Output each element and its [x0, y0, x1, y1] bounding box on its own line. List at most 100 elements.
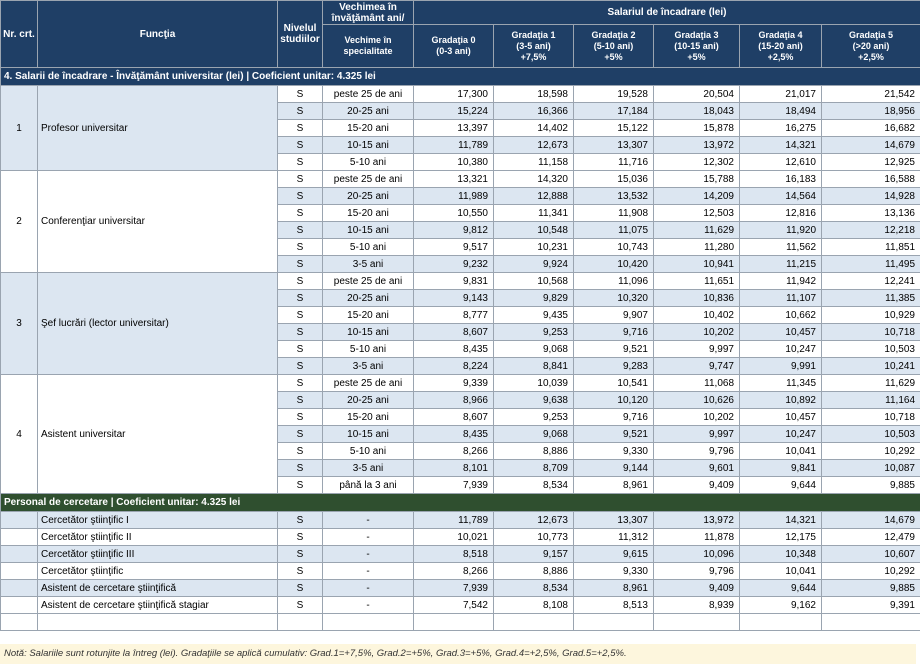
- empty-cell: [322, 613, 414, 631]
- row-vechime: 15-20 ani: [322, 204, 414, 222]
- salary-sheet: Nr. crt. Funcţia Nivelul studiilor Vechi…: [0, 0, 920, 665]
- row-salary-value: 21,017: [739, 85, 822, 103]
- row-salary-value: 11,068: [653, 374, 740, 392]
- row-salary-value: 11,280: [653, 238, 740, 256]
- row-nivel: S: [277, 187, 323, 205]
- row-salary-value: 11,158: [493, 153, 574, 171]
- row-vechime: până la 3 ani: [322, 476, 414, 494]
- row-salary-value: 11,716: [573, 153, 654, 171]
- row-salary-value: 18,956: [821, 102, 920, 120]
- header-gradatia-5: Gradaţia 5 (>20 ani) +2,5%: [821, 24, 920, 68]
- row-salary-value: 10,380: [413, 153, 494, 171]
- row-salary-value: 14,564: [739, 187, 822, 205]
- row-salary-value: 10,503: [821, 425, 920, 443]
- row-salary-value: 10,402: [653, 306, 740, 324]
- row-salary-value: 8,607: [413, 323, 494, 341]
- row-salary-value: 12,673: [493, 511, 574, 529]
- row-vechime: -: [322, 511, 414, 529]
- row-salary-value: 9,638: [493, 391, 574, 409]
- row-nivel: S: [277, 408, 323, 426]
- table-row: 1 Profesor universitar Speste 25 de ani 17,…: [0, 85, 920, 171]
- row-salary-value: 9,644: [739, 476, 822, 494]
- row-salary-value: 10,247: [739, 425, 822, 443]
- row-nivel: S: [277, 255, 323, 273]
- row-nr: [0, 562, 38, 580]
- table-row: Cercetător ştiinţific III S -8,518 9,157 9,6…: [0, 545, 920, 563]
- row-salary-value: 10,541: [573, 374, 654, 392]
- row-functie: Şef lucrări (lector universitar): [37, 272, 278, 375]
- row-nr: [0, 545, 38, 563]
- row-vechime: 15-20 ani: [322, 306, 414, 324]
- row-salary-value: 10,241: [821, 357, 920, 375]
- row-nivel: S: [277, 476, 323, 494]
- row-salary-value: 10,773: [493, 528, 574, 546]
- row-salary-value: 11,312: [573, 528, 654, 546]
- section-title: 4. Salarii de încadrare - Învăţământ uni…: [0, 67, 920, 86]
- row-salary-value: 11,908: [573, 204, 654, 222]
- row-salary-value: 9,796: [653, 562, 740, 580]
- row-vechime: peste 25 de ani: [322, 85, 414, 103]
- row-salary-value: 11,942: [739, 272, 822, 290]
- salary-table: Nr. crt. Funcţia Nivelul studiilor Vechi…: [0, 0, 920, 631]
- row-nivel: S: [277, 357, 323, 375]
- table-header: Nr. crt. Funcţia Nivelul studiilor Vechi…: [0, 0, 920, 68]
- row-salary-value: 17,184: [573, 102, 654, 120]
- row-salary-value: 15,122: [573, 119, 654, 137]
- row-salary-value: 12,673: [493, 136, 574, 154]
- row-salary-value: 14,321: [739, 511, 822, 529]
- row-salary-value: 10,041: [739, 562, 822, 580]
- table-body: 4. Salarii de încadrare - Învăţământ uni…: [0, 67, 920, 631]
- row-salary-value: 9,997: [653, 425, 740, 443]
- row-functie: Conferenţiar universitar: [37, 170, 278, 273]
- row-salary-value: 10,626: [653, 391, 740, 409]
- row-salary-value: 9,829: [493, 289, 574, 307]
- row-salary-value: 12,503: [653, 204, 740, 222]
- header-gradatia-4: Gradaţia 4 (15-20 ani) +2,5%: [739, 24, 822, 68]
- row-salary-value: 9,885: [821, 476, 920, 494]
- row-salary-value: 21,542: [821, 85, 920, 103]
- row-vechime: -: [322, 528, 414, 546]
- row-salary-value: 14,209: [653, 187, 740, 205]
- row-salary-value: 15,224: [413, 102, 494, 120]
- row-nivel: S: [277, 272, 323, 290]
- row-functie: Cercetător ştiinţific III: [37, 545, 278, 563]
- row-salary-value: 8,435: [413, 340, 494, 358]
- row-salary-value: 8,966: [413, 391, 494, 409]
- row-vechime: 20-25 ani: [322, 289, 414, 307]
- header-vechime-spec: Vechime în specialitate: [322, 24, 414, 68]
- row-salary-value: 10,836: [653, 289, 740, 307]
- row-vechime: 5-10 ani: [322, 153, 414, 171]
- row-salary-value: 10,231: [493, 238, 574, 256]
- row-nivel: S: [277, 391, 323, 409]
- row-salary-value: 11,215: [739, 255, 822, 273]
- row-salary-value: 10,503: [821, 340, 920, 358]
- row-nivel: S: [277, 545, 323, 563]
- header-gradatia-line: Gradaţia 3: [674, 29, 719, 40]
- row-salary-value: 10,039: [493, 374, 574, 392]
- row-salary-value: 14,679: [821, 136, 920, 154]
- row-salary-value: 8,534: [493, 579, 574, 597]
- row-salary-value: 9,812: [413, 221, 494, 239]
- table-row: Cercetător ştiinţific II S -10,021 10,773 11…: [0, 528, 920, 546]
- row-salary-value: 14,320: [493, 170, 574, 188]
- row-nivel: S: [277, 579, 323, 597]
- row-salary-value: 8,101: [413, 459, 494, 477]
- row-vechime: 3-5 ani: [322, 357, 414, 375]
- row-nr: [0, 511, 38, 529]
- row-nivel: S: [277, 374, 323, 392]
- row-vechime: -: [322, 545, 414, 563]
- row-salary-value: 9,339: [413, 374, 494, 392]
- row-salary-value: 10,120: [573, 391, 654, 409]
- row-salary-value: 13,307: [573, 511, 654, 529]
- row-salary-value: 9,143: [413, 289, 494, 307]
- row-salary-value: 10,892: [739, 391, 822, 409]
- row-salary-value: 11,851: [821, 238, 920, 256]
- empty-cell: [493, 613, 574, 631]
- row-vechime: 10-15 ani: [322, 221, 414, 239]
- row-salary-value: 11,075: [573, 221, 654, 239]
- row-salary-value: 16,682: [821, 119, 920, 137]
- row-functie: Cercetător ştiinţific: [37, 562, 278, 580]
- row-salary-value: 9,409: [653, 476, 740, 494]
- row-salary-value: 9,796: [653, 442, 740, 460]
- row-salary-value: 8,108: [493, 596, 574, 614]
